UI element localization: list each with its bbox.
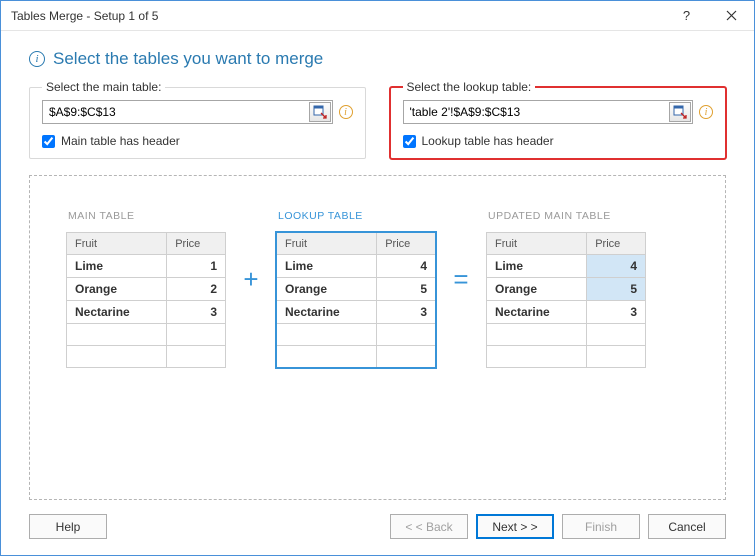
close-icon xyxy=(726,10,737,21)
table-row: Lime1 xyxy=(67,255,226,278)
range-picker-icon xyxy=(313,105,327,119)
table-row: Lime4 xyxy=(277,255,436,278)
lookup-table: FruitPrice Lime4 Orange5 Nectarine3 xyxy=(276,232,436,368)
main-table-header-checkbox[interactable] xyxy=(42,135,55,148)
table-row: Nectarine3 xyxy=(487,301,646,324)
page-heading: Select the tables you want to merge xyxy=(53,49,323,69)
main-table-range-picker-button[interactable] xyxy=(309,102,331,122)
main-table-range-field[interactable] xyxy=(42,100,333,124)
main-table-legend: Select the main table: xyxy=(42,80,165,94)
lookup-table-label: LOOKUP TABLE xyxy=(278,210,436,222)
window-title: Tables Merge - Setup 1 of 5 xyxy=(11,9,664,23)
lookup-table-header-check-label[interactable]: Lookup table has header xyxy=(403,134,714,148)
lookup-table-range-input[interactable] xyxy=(404,101,670,123)
main-table-header-check-label[interactable]: Main table has header xyxy=(42,134,353,148)
table-row: Orange2 xyxy=(67,278,226,301)
main-table-info-icon[interactable]: i xyxy=(339,105,353,119)
table-row: Nectarine3 xyxy=(67,301,226,324)
close-titlebar-button[interactable] xyxy=(709,1,754,30)
tables-row: MAIN TABLE FruitPrice Lime1 Orange2 Nect… xyxy=(66,210,689,368)
lookup-table-legend: Select the lookup table: xyxy=(403,80,536,94)
updated-table: FruitPrice Lime4 Orange5 Nectarine3 xyxy=(486,232,646,368)
lookup-table-block: LOOKUP TABLE FruitPrice Lime4 Orange5 Ne… xyxy=(276,210,436,368)
table-row: Nectarine3 xyxy=(277,301,436,324)
preview-area: MAIN TABLE FruitPrice Lime1 Orange2 Nect… xyxy=(29,175,726,500)
lookup-table-header-check-text: Lookup table has header xyxy=(422,134,554,148)
table-row: Orange5 xyxy=(277,278,436,301)
lookup-table-info-icon[interactable]: i xyxy=(699,105,713,119)
table-row: Orange5 xyxy=(487,278,646,301)
main-table-group: Select the main table: i Main table has … xyxy=(29,87,366,159)
range-picker-icon xyxy=(673,105,687,119)
main-table: FruitPrice Lime1 Orange2 Nectarine3 xyxy=(66,232,226,368)
info-icon: i xyxy=(29,51,45,67)
main-table-range-input[interactable] xyxy=(43,101,309,123)
footer-row: Help < < Back Next > > Finish Cancel xyxy=(1,500,754,555)
heading-row: i Select the tables you want to merge xyxy=(1,31,754,81)
plus-operator: + xyxy=(226,210,276,295)
titlebar: Tables Merge - Setup 1 of 5 ? xyxy=(1,1,754,31)
help-button[interactable]: Help xyxy=(29,514,107,539)
main-table-block: MAIN TABLE FruitPrice Lime1 Orange2 Nect… xyxy=(66,210,226,368)
main-table-label: MAIN TABLE xyxy=(68,210,226,222)
equals-operator: = xyxy=(436,210,486,295)
help-titlebar-button[interactable]: ? xyxy=(664,1,709,30)
config-row: Select the main table: i Main table has … xyxy=(1,81,754,165)
updated-table-block: UPDATED MAIN TABLE FruitPrice Lime4 Oran… xyxy=(486,210,646,368)
lookup-table-header-checkbox[interactable] xyxy=(403,135,416,148)
main-table-header-check-text: Main table has header xyxy=(61,134,180,148)
updated-table-label: UPDATED MAIN TABLE xyxy=(488,210,646,222)
finish-button[interactable]: Finish xyxy=(562,514,640,539)
next-button[interactable]: Next > > xyxy=(476,514,554,539)
cancel-button[interactable]: Cancel xyxy=(648,514,726,539)
lookup-table-range-picker-button[interactable] xyxy=(669,102,691,122)
dialog-window: Tables Merge - Setup 1 of 5 ? i Select t… xyxy=(0,0,755,556)
lookup-table-range-field[interactable] xyxy=(403,100,694,124)
lookup-table-group: Select the lookup table: i Lookup table … xyxy=(390,87,727,159)
back-button[interactable]: < < Back xyxy=(390,514,468,539)
table-row: Lime4 xyxy=(487,255,646,278)
